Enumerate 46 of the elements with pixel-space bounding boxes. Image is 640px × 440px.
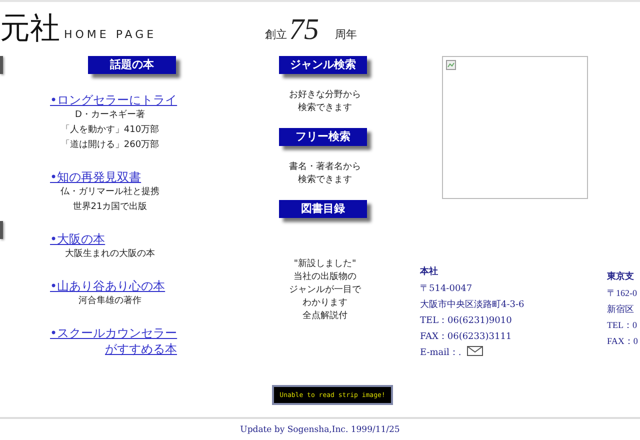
anniversary-prefix: 創立 [265, 27, 287, 42]
book-note: 仏・ガリマール社と提携 [60, 186, 160, 199]
book-note: 大阪生まれの大阪の本 [64, 248, 156, 261]
catalog-description: わかります [302, 297, 348, 310]
catalog-description: 当社の出版物の [292, 271, 358, 284]
book-link[interactable]: •ロングセラーにトライ [50, 92, 255, 108]
book-note: 世界21カ国で出版 [72, 200, 148, 214]
office-address-line: 〒162-0 [607, 287, 638, 300]
search-description: お好きな分野から [289, 89, 361, 102]
book-link[interactable]: •大阪の本 [50, 231, 255, 247]
book-note: D・カーネギー著 [74, 108, 146, 122]
footer-update-text: Update by Sogensha,Inc. 1999/11/25 [239, 425, 401, 435]
search-button[interactable]: 図書目録 [279, 200, 367, 218]
office-address-line: 〒514-0047 [420, 283, 474, 296]
office-name: 本社 [420, 265, 439, 279]
nav-button[interactable] [0, 221, 3, 239]
office-address-line: FAX：06(6233)3111 [420, 331, 513, 344]
email-label: E-mail：. [420, 347, 462, 360]
search-button[interactable]: フリー検索 [279, 128, 367, 146]
book-note: 河合隼雄の著作 [78, 294, 142, 308]
book-note: 「人を動かす」410万部 [60, 124, 160, 137]
site-subtitle: HOME PAGE [64, 28, 157, 41]
office-name: 東京支 [607, 270, 635, 283]
office-address-line: 大阪市中央区淡路町4-3-6 [420, 298, 526, 312]
office-address-line: FAX：0 [607, 335, 639, 348]
anniversary-number: 75 [289, 14, 319, 46]
book-link[interactable]: •山あり谷あり心の本 [50, 278, 255, 294]
anniversary-suffix: 周年 [335, 27, 357, 42]
search-description: 検索できます [297, 174, 353, 187]
envelope-icon[interactable] [467, 346, 484, 356]
office-address-line: TEL：0 [607, 319, 638, 332]
catalog-description: "新設しました" [292, 258, 358, 271]
topics-button[interactable]: 話題の本 [88, 56, 176, 74]
catalog-description: 全点解説付 [302, 310, 348, 323]
book-link[interactable]: •スクールカウンセラー がすすめる本 [50, 325, 255, 357]
site-title: 元社 [0, 12, 60, 46]
search-description: 検索できます [297, 102, 353, 115]
office-address-line: 新宿区 [607, 303, 635, 316]
nav-button[interactable] [0, 56, 3, 74]
search-button[interactable]: ジャンル検索 [279, 56, 367, 74]
book-link[interactable]: •知の再発見双書 [50, 169, 255, 185]
search-description: 書名・著者名から [289, 161, 361, 174]
office-address-line: TEL：06(6231)9010 [420, 315, 513, 328]
catalog-description: ジャンルが一目で [289, 284, 361, 297]
book-note: 「道は開ける」260万部 [60, 138, 160, 152]
broken-image-icon [446, 60, 456, 70]
